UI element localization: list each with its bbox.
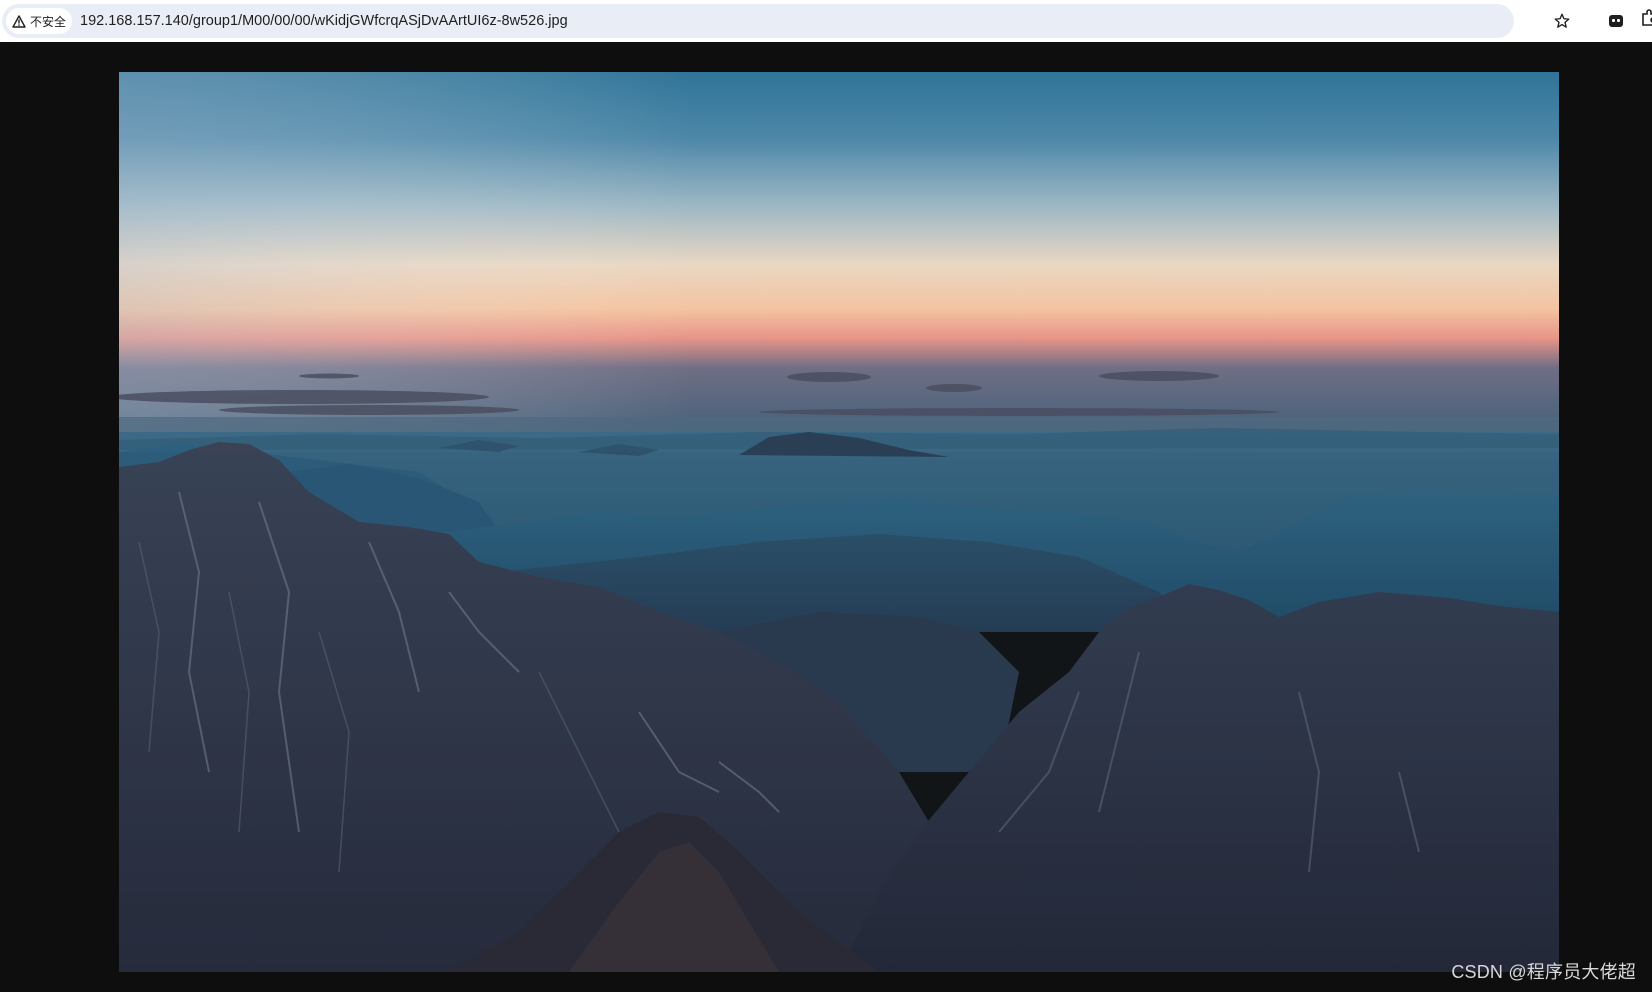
mountain-landscape-photo[interactable]	[119, 72, 1559, 972]
security-chip[interactable]: 不安全	[6, 8, 73, 34]
star-icon[interactable]	[1550, 9, 1574, 33]
image-viewer: CSDN @程序员大佬超	[0, 42, 1652, 992]
warning-icon	[12, 14, 26, 28]
watermark-text: CSDN @程序员大佬超	[1451, 962, 1636, 982]
url-text[interactable]: 192.168.157.140/group1/M00/00/00/wKidjGW…	[80, 4, 568, 38]
extension-icon[interactable]	[1604, 9, 1628, 33]
puzzle-icon[interactable]	[1640, 9, 1652, 33]
security-label: 不安全	[30, 14, 67, 29]
address-bar[interactable]: 不安全 192.168.157.140/group1/M00/00/00/wKi…	[2, 4, 1570, 38]
browser-toolbar: 不安全 192.168.157.140/group1/M00/00/00/wKi…	[0, 0, 1652, 42]
